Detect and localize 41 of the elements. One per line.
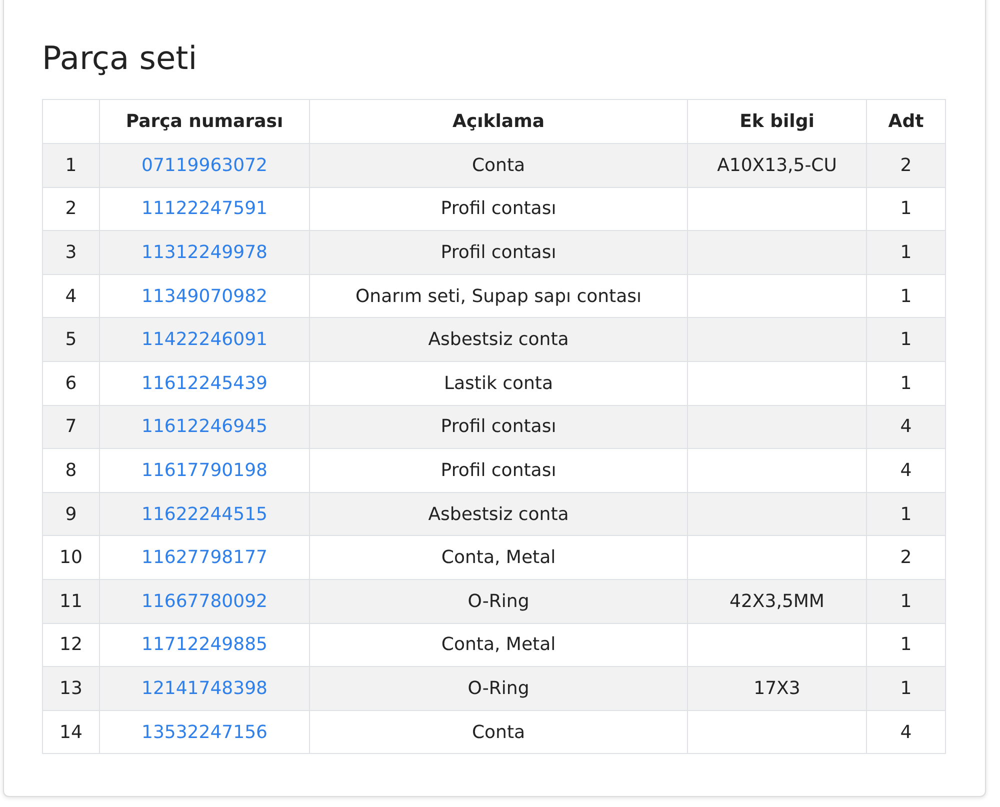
row-number: 3 <box>42 230 100 274</box>
row-number: 9 <box>42 492 100 536</box>
row-number: 1 <box>42 143 100 188</box>
description-cell: Conta <box>310 710 688 754</box>
description-cell: O-Ring <box>310 579 688 624</box>
row-number: 8 <box>42 448 100 492</box>
quantity-cell: 2 <box>866 143 946 188</box>
row-number: 11 <box>42 579 100 624</box>
extra-info-cell: A10X13,5-CU <box>688 143 866 188</box>
column-header: Açıklama <box>310 100 688 144</box>
row-number: 7 <box>42 405 100 449</box>
quantity-cell: 1 <box>866 666 946 710</box>
quantity-cell: 1 <box>866 492 946 536</box>
quantity-cell: 4 <box>866 448 946 492</box>
description-cell: Profil contası <box>310 405 688 449</box>
quantity-cell: 2 <box>866 536 946 580</box>
row-number: 14 <box>42 710 100 754</box>
quantity-cell: 4 <box>866 405 946 449</box>
row-number: 10 <box>42 536 100 580</box>
quantity-cell: 1 <box>866 318 946 362</box>
extra-info-cell: 17X3 <box>688 666 866 710</box>
quantity-cell: 1 <box>866 361 946 406</box>
row-number: 5 <box>42 318 100 362</box>
description-cell: O-Ring <box>310 666 688 710</box>
description-cell: Conta, Metal <box>310 536 688 580</box>
quantity-cell: 1 <box>866 579 946 624</box>
page-title: Parça seti <box>42 39 198 78</box>
description-cell: Lastik conta <box>310 361 688 406</box>
column-header: Parça numarası <box>100 100 310 144</box>
description-cell: Profil contası <box>310 448 688 492</box>
description-cell: Asbestsiz conta <box>310 318 688 362</box>
quantity-cell: 4 <box>866 710 946 754</box>
column-header: Ek bilgi <box>688 100 866 144</box>
description-cell: Asbestsiz conta <box>310 492 688 536</box>
description-cell: Conta <box>310 143 688 188</box>
description-cell: Profil contası <box>310 230 688 274</box>
row-number: 13 <box>42 666 100 710</box>
quantity-cell: 1 <box>866 230 946 274</box>
column-header: Adt <box>866 100 946 144</box>
row-number: 6 <box>42 361 100 406</box>
extra-info-cell: 42X3,5MM <box>688 579 866 624</box>
